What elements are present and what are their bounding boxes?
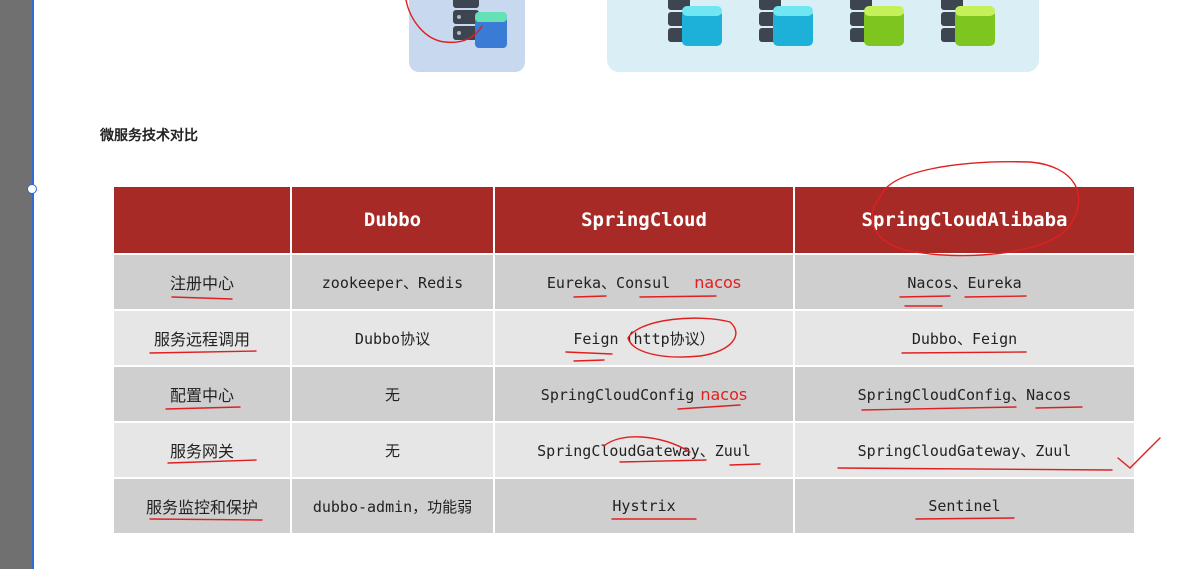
handwritten-note: nacos <box>700 384 748 404</box>
row-label: 注册中心 <box>114 253 292 310</box>
cell-dubbo: zookeeper、Redis <box>291 253 495 310</box>
handwritten-note: nacos <box>694 272 742 292</box>
row-label: 服务远程调用 <box>114 309 292 366</box>
row-label: 服务网关 <box>114 421 292 478</box>
database-icon <box>850 0 904 46</box>
cell-springcloud: SpringCloudConfig nacos <box>494 365 795 422</box>
cell-springcloud-text: SpringCloudGateway、Zuul <box>537 441 751 460</box>
left-sidebar-rail <box>0 0 32 569</box>
table-row: 配置中心 无 SpringCloudConfig nacos SpringClou… <box>114 365 1134 422</box>
cell-springcloud: SpringCloudGateway、Zuul <box>494 421 795 478</box>
header-springcloud: SpringCloud <box>494 187 795 254</box>
section-heading: 微服务技术对比 <box>100 128 198 144</box>
cell-springcloud-text: Feign（http协议） <box>573 329 715 348</box>
row-label: 服务监控和保护 <box>114 477 292 533</box>
database-icon <box>759 0 813 46</box>
header-dubbo: Dubbo <box>291 187 495 254</box>
database-icon <box>668 0 722 46</box>
cell-alibaba: Sentinel <box>794 477 1134 533</box>
table-row: 服务监控和保护 dubbo-admin，功能弱 Hystrix Sentinel <box>114 477 1134 533</box>
cell-alibaba: Nacos、Eureka <box>794 253 1134 310</box>
cell-springcloud-text: Eureka、Consul <box>546 273 671 292</box>
cell-springcloud-text: SpringCloudConfig <box>540 385 695 404</box>
cell-alibaba: SpringCloudGateway、Zuul <box>794 421 1134 478</box>
editor-margin-line <box>32 0 34 569</box>
resize-handle[interactable] <box>27 184 37 194</box>
diagram-panel-blue <box>409 0 525 72</box>
server-stack-icon <box>453 0 507 48</box>
header-springcloud-alibaba: SpringCloudAlibaba <box>794 187 1134 254</box>
cell-dubbo: 无 <box>291 421 495 478</box>
cell-springcloud: Feign（http协议） <box>494 309 795 366</box>
cell-dubbo: dubbo-admin，功能弱 <box>291 477 495 533</box>
cell-alibaba: Dubbo、Feign <box>794 309 1134 366</box>
cell-springcloud: Eureka、Consul nacos <box>494 253 795 310</box>
header-empty <box>114 187 292 254</box>
table-row: 服务网关 无 SpringCloudGateway、Zuul SpringClo… <box>114 421 1134 478</box>
database-icon <box>941 0 995 46</box>
table-row: 注册中心 zookeeper、Redis Eureka、Consul nacos … <box>114 253 1134 310</box>
row-label: 配置中心 <box>114 365 292 422</box>
cell-alibaba: SpringCloudConfig、Nacos <box>794 365 1134 422</box>
table-header-row: Dubbo SpringCloud SpringCloudAlibaba <box>114 187 1134 254</box>
cell-dubbo: Dubbo协议 <box>291 309 495 366</box>
cell-dubbo: 无 <box>291 365 495 422</box>
comparison-table: Dubbo SpringCloud SpringCloudAlibaba 注册中… <box>114 187 1134 533</box>
table-row: 服务远程调用 Dubbo协议 Feign（http协议） Dubbo、Feign <box>114 309 1134 366</box>
cell-springcloud-text: Hystrix <box>612 497 676 515</box>
cell-springcloud: Hystrix <box>494 477 795 533</box>
